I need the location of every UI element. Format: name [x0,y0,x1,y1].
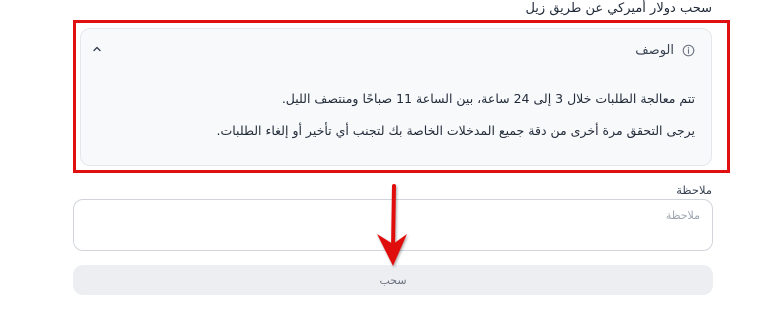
withdraw-page: سحب دولار أميركي عن طريق زيل الوصف تتم م… [0,0,772,309]
chevron-up-icon[interactable] [91,43,103,55]
description-line-2: يرجى التحقق مرة أخرى من دقة جميع المدخلا… [216,123,696,138]
note-label: ملاحظة [676,183,712,197]
section-title: سحب دولار أميركي عن طريق زيل [525,1,712,16]
withdraw-button[interactable]: سحب [73,265,713,295]
description-title: الوصف [635,43,674,58]
info-icon [682,44,695,57]
note-field[interactable] [73,199,713,251]
description-card: الوصف تتم معالجة الطلبات خلال 3 إلى 24 س… [80,28,712,166]
description-header[interactable]: الوصف [635,43,695,58]
description-line-1: تتم معالجة الطلبات خلال 3 إلى 24 ساعة، ب… [281,91,695,106]
